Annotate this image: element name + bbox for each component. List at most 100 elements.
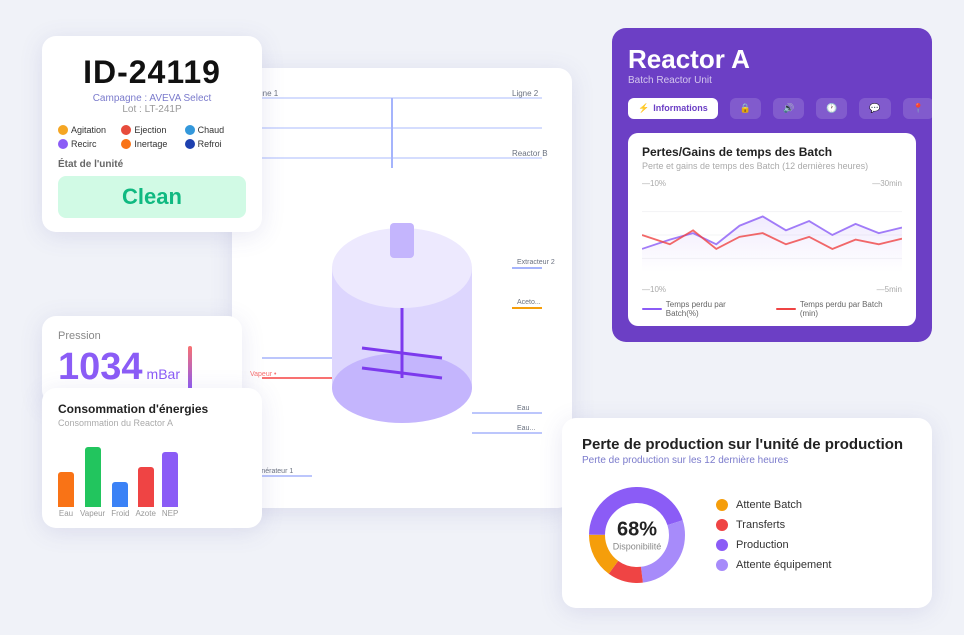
- chat-icon: 💬: [869, 103, 880, 114]
- svg-text:Vapeur •: Vapeur •: [250, 371, 277, 378]
- reactor-title: Reactor A: [628, 44, 916, 75]
- badge-label: Ejection: [134, 125, 166, 135]
- legend-production: Production: [716, 539, 831, 551]
- chart-subtitle: Perte et gains de temps des Batch (12 de…: [642, 161, 902, 171]
- status-button[interactable]: Clean: [58, 176, 246, 218]
- line-chart-svg: [642, 190, 902, 280]
- clock-icon: 🕐: [826, 103, 837, 114]
- dot-attente-equip: [716, 559, 728, 571]
- svg-text:Reactor B: Reactor B: [512, 149, 548, 158]
- chart-title: Pertes/Gains de temps des Batch: [642, 145, 902, 159]
- diagram-inner: Ligne 1 Ligne 2 Reactor B Extracteur 2 A…: [232, 68, 572, 508]
- dot-transferts: [716, 519, 728, 531]
- production-content: 68% Disponibilité Attente Batch Transfer…: [582, 480, 912, 590]
- pin-icon: 📍: [913, 103, 924, 114]
- reactor-diagram-card: Ligne 1 Ligne 2 Reactor B Extracteur 2 A…: [232, 68, 572, 508]
- badge-dot: [121, 125, 131, 135]
- production-title: Perte de production sur l'unité de produ…: [582, 436, 912, 453]
- bar-label-vapeur: Vapeur: [80, 509, 105, 518]
- production-subtitle: Perte de production sur les 12 dernière …: [582, 455, 912, 466]
- legend-item-min: Temps perdu par Batch (min): [776, 300, 902, 318]
- badge-label: Recirc: [71, 139, 97, 149]
- badge-agitation: Agitation: [58, 125, 119, 135]
- lock-icon: 🔒: [740, 103, 751, 114]
- badge-label: Agitation: [71, 125, 106, 135]
- bar-label-froid: Froid: [111, 509, 129, 518]
- bar-group-eau: Eau: [58, 472, 74, 518]
- y-label-left-bottom: —10%: [642, 285, 666, 294]
- energy-title: Consommation d'énergies: [58, 402, 246, 416]
- reactor-icon-chat[interactable]: 💬: [859, 98, 890, 119]
- bar-nep: [162, 452, 178, 507]
- badge-inertage: Inertage: [121, 139, 182, 149]
- dot-production: [716, 539, 728, 551]
- y-label-right-top: —30min: [872, 179, 902, 188]
- badge-label: Inertage: [134, 139, 167, 149]
- energy-subtitle: Consommation du Reactor A: [58, 418, 246, 428]
- badge-list: Agitation Ejection Chaud Recirc Inertage…: [58, 125, 246, 149]
- badge-dot: [121, 139, 131, 149]
- badge-label: Refroi: [198, 139, 222, 149]
- label-transferts: Transferts: [736, 519, 785, 531]
- donut-wrapper: 68% Disponibilité: [582, 480, 692, 590]
- badge-dot: [185, 139, 195, 149]
- legend-transferts: Transferts: [716, 519, 831, 531]
- dot-attente-batch: [716, 499, 728, 511]
- reactor-icon-clock[interactable]: 🕐: [816, 98, 847, 119]
- svg-text:Ligne 2: Ligne 2: [512, 89, 539, 98]
- badge-dot: [58, 125, 68, 135]
- y-label-right-bottom: —5min: [877, 285, 902, 294]
- energy-bar-chart: Eau Vapeur Froid Azote NEP: [58, 438, 246, 518]
- reactor-a-card: Reactor A Batch Reactor Unit ⚡ Informati…: [612, 28, 932, 342]
- badge-dot: [58, 139, 68, 149]
- legend-attente-equip: Attente équipement: [716, 559, 831, 571]
- badge-chaud: Chaud: [185, 125, 246, 135]
- bar-vapeur: [85, 447, 101, 507]
- legend-line-red: [776, 308, 796, 310]
- production-legend: Attente Batch Transferts Production Atte…: [716, 499, 831, 571]
- badge-label: Chaud: [198, 125, 225, 135]
- svg-text:Eau: Eau: [517, 405, 530, 412]
- label-attente-equip: Attente équipement: [736, 559, 831, 571]
- id-card: ID-24119 Campagne : AVEVA Select Lot : L…: [42, 36, 262, 232]
- legend-line-purple: [642, 308, 662, 310]
- reactor-icon-bar: ⚡ Informations 🔒 🔊 🕐 💬 📍: [628, 98, 916, 119]
- bar-eau: [58, 472, 74, 507]
- bar-group-vapeur: Vapeur: [80, 447, 105, 518]
- sound-icon: 🔊: [783, 103, 794, 114]
- badge-ejection: Ejection: [121, 125, 182, 135]
- legend-label-min: Temps perdu par Batch (min): [800, 300, 902, 318]
- donut-label: 68% Disponibilité: [613, 518, 662, 551]
- reactor-icon-sound[interactable]: 🔊: [773, 98, 804, 119]
- svg-text:Aceto...: Aceto...: [517, 299, 541, 306]
- batch-chart-container: Pertes/Gains de temps des Batch Perte et…: [628, 133, 916, 326]
- pressure-unit: mBar: [147, 366, 180, 382]
- reactor-icon-info[interactable]: ⚡ Informations: [628, 98, 718, 119]
- label-attente-batch: Attente Batch: [736, 499, 802, 511]
- label-production: Production: [736, 539, 789, 551]
- pressure-label: Pression: [58, 330, 226, 342]
- svg-text:Eau...: Eau...: [517, 425, 535, 432]
- energy-card: Consommation d'énergies Consommation du …: [42, 388, 262, 528]
- info-icon: ⚡: [638, 103, 649, 114]
- lot: Lot : LT-241P: [58, 104, 246, 115]
- production-card: Perte de production sur l'unité de produ…: [562, 418, 932, 608]
- pressure-number: 1034: [58, 346, 143, 389]
- bar-group-azote: Azote: [135, 467, 155, 518]
- legend-item-pct: Temps perdu par Batch(%): [642, 300, 760, 318]
- badge-refroi: Refroi: [185, 139, 246, 149]
- bar-label-eau: Eau: [59, 509, 73, 518]
- badge-dot: [185, 125, 195, 135]
- campaign: Campagne : AVEVA Select: [58, 93, 246, 104]
- svg-text:Extracteur 2: Extracteur 2: [517, 259, 555, 266]
- chart-legend: Temps perdu par Batch(%) Temps perdu par…: [642, 300, 902, 318]
- badge-recirc: Recirc: [58, 139, 119, 149]
- donut-percentage: 68%: [613, 518, 662, 541]
- reactor-icon-pin[interactable]: 📍: [903, 98, 934, 119]
- legend-label-pct: Temps perdu par Batch(%): [666, 300, 760, 318]
- pressure-value: 1034 mBar: [58, 346, 180, 389]
- reactor-icon-lock[interactable]: 🔒: [730, 98, 761, 119]
- info-label: Informations: [653, 103, 708, 113]
- bar-label-nep: NEP: [162, 509, 178, 518]
- pressure-bar-indicator: [188, 346, 192, 390]
